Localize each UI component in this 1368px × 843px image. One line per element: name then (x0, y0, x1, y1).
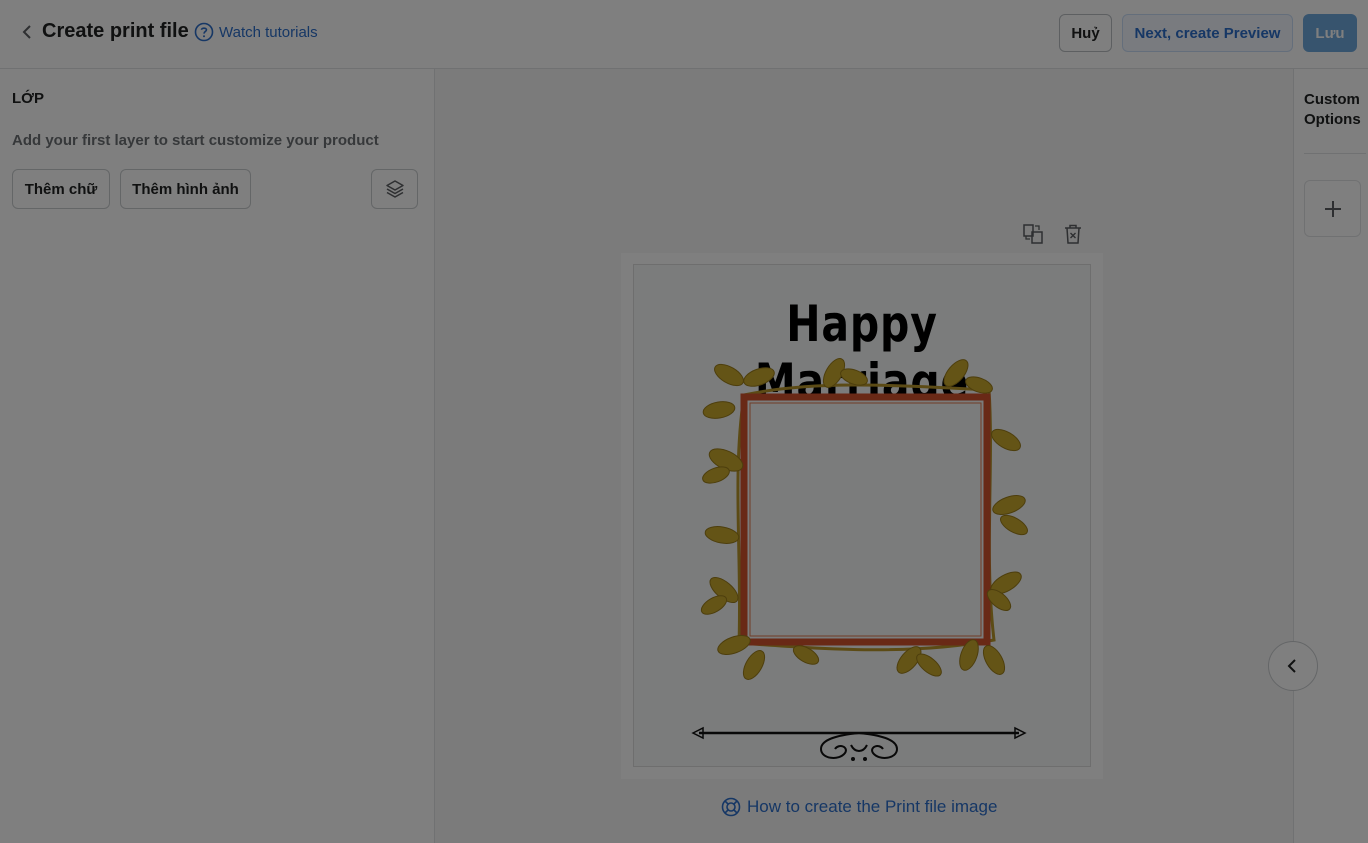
layers-icon (385, 180, 404, 198)
trash-icon[interactable] (1061, 222, 1085, 246)
watch-tutorials-link[interactable]: Watch tutorials (194, 22, 318, 42)
layers-panel: LỚP Add your first layer to start custom… (0, 69, 435, 843)
custom-options-title: Custom Options (1304, 91, 1361, 128)
chevron-left-icon[interactable] (18, 20, 36, 44)
ornament-divider (691, 726, 1027, 761)
page-title: Create print file (42, 20, 189, 42)
add-custom-option-button[interactable] (1304, 180, 1361, 237)
howto-label: How to create the Print file image (747, 797, 998, 816)
canvas-area: Happy Marriage (435, 69, 1292, 843)
layers-hint: Add your first layer to start customize … (12, 132, 379, 149)
help-circle-icon (194, 22, 214, 42)
add-image-button[interactable]: Thêm hình ảnh (120, 169, 251, 209)
howto-print-file-link[interactable]: How to create the Print file image (721, 797, 997, 817)
top-bar: Create print file Watch tutorials Huỷ Ne… (0, 0, 1368, 69)
chevron-left-icon (1287, 659, 1296, 673)
print-file-image: Happy Marriage (633, 264, 1091, 767)
next-create-preview-button[interactable]: Next, create Preview (1122, 14, 1293, 52)
app-root: Create print file Watch tutorials Huỷ Ne… (0, 0, 1368, 843)
save-button[interactable]: Lưu (1303, 14, 1357, 52)
replace-icon[interactable] (1021, 222, 1045, 246)
collapse-panel-button[interactable] (1268, 641, 1318, 691)
add-text-button[interactable]: Thêm chữ (12, 169, 110, 209)
plus-icon (1324, 200, 1341, 217)
print-file-canvas[interactable]: Happy Marriage (621, 253, 1103, 779)
layers-title: LỚP (12, 90, 44, 107)
leaf-frame-illustration (700, 358, 1028, 680)
lifebuoy-icon (721, 797, 741, 817)
divider (1304, 153, 1366, 154)
layers-toggle-button[interactable] (371, 169, 418, 209)
custom-options-panel: Custom Options (1293, 69, 1368, 843)
cancel-button[interactable]: Huỷ (1059, 14, 1112, 52)
watch-tutorials-label: Watch tutorials (219, 23, 318, 41)
